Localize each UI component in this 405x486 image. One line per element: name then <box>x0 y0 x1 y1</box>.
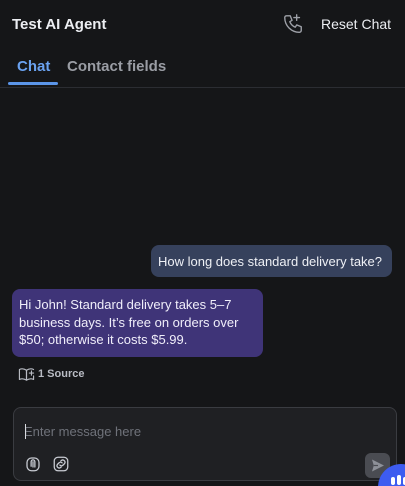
agent-title: Test AI Agent <box>12 16 107 33</box>
agent-message: Hi John! Standard delivery takes 5–7 bus… <box>12 289 263 357</box>
book-icon <box>18 366 35 383</box>
chat-panel: Test AI Agent Reset Chat Chat Contact fi… <box>0 0 405 486</box>
active-tab-indicator <box>8 82 58 85</box>
paperclip-icon[interactable] <box>24 455 42 473</box>
link-icon[interactable] <box>52 455 70 473</box>
sources-label: 1 Source <box>38 368 85 380</box>
chat-widget-button[interactable] <box>378 464 405 486</box>
agent-message-line: business days. It’s free on orders over <box>19 314 239 330</box>
phone-call-icon[interactable] <box>282 13 304 35</box>
message-input[interactable] <box>24 422 354 440</box>
chat-widget-icon <box>391 475 405 485</box>
text-caret <box>25 424 26 439</box>
message-composer <box>13 407 397 481</box>
header: Test AI Agent Reset Chat <box>0 0 405 50</box>
tab-bar: Chat Contact fields <box>0 50 405 88</box>
reset-chat-button[interactable]: Reset Chat <box>321 16 391 32</box>
user-message-text: How long does standard delivery take? <box>158 254 383 269</box>
agent-message-line: Hi John! Standard delivery takes 5–7 <box>19 297 232 312</box>
tab-chat[interactable]: Chat <box>17 58 50 75</box>
user-message: How long does standard delivery take? <box>151 245 392 277</box>
agent-message-line: $50; otherwise it costs $5.99. <box>19 332 188 347</box>
tab-contact-fields[interactable]: Contact fields <box>67 58 166 75</box>
